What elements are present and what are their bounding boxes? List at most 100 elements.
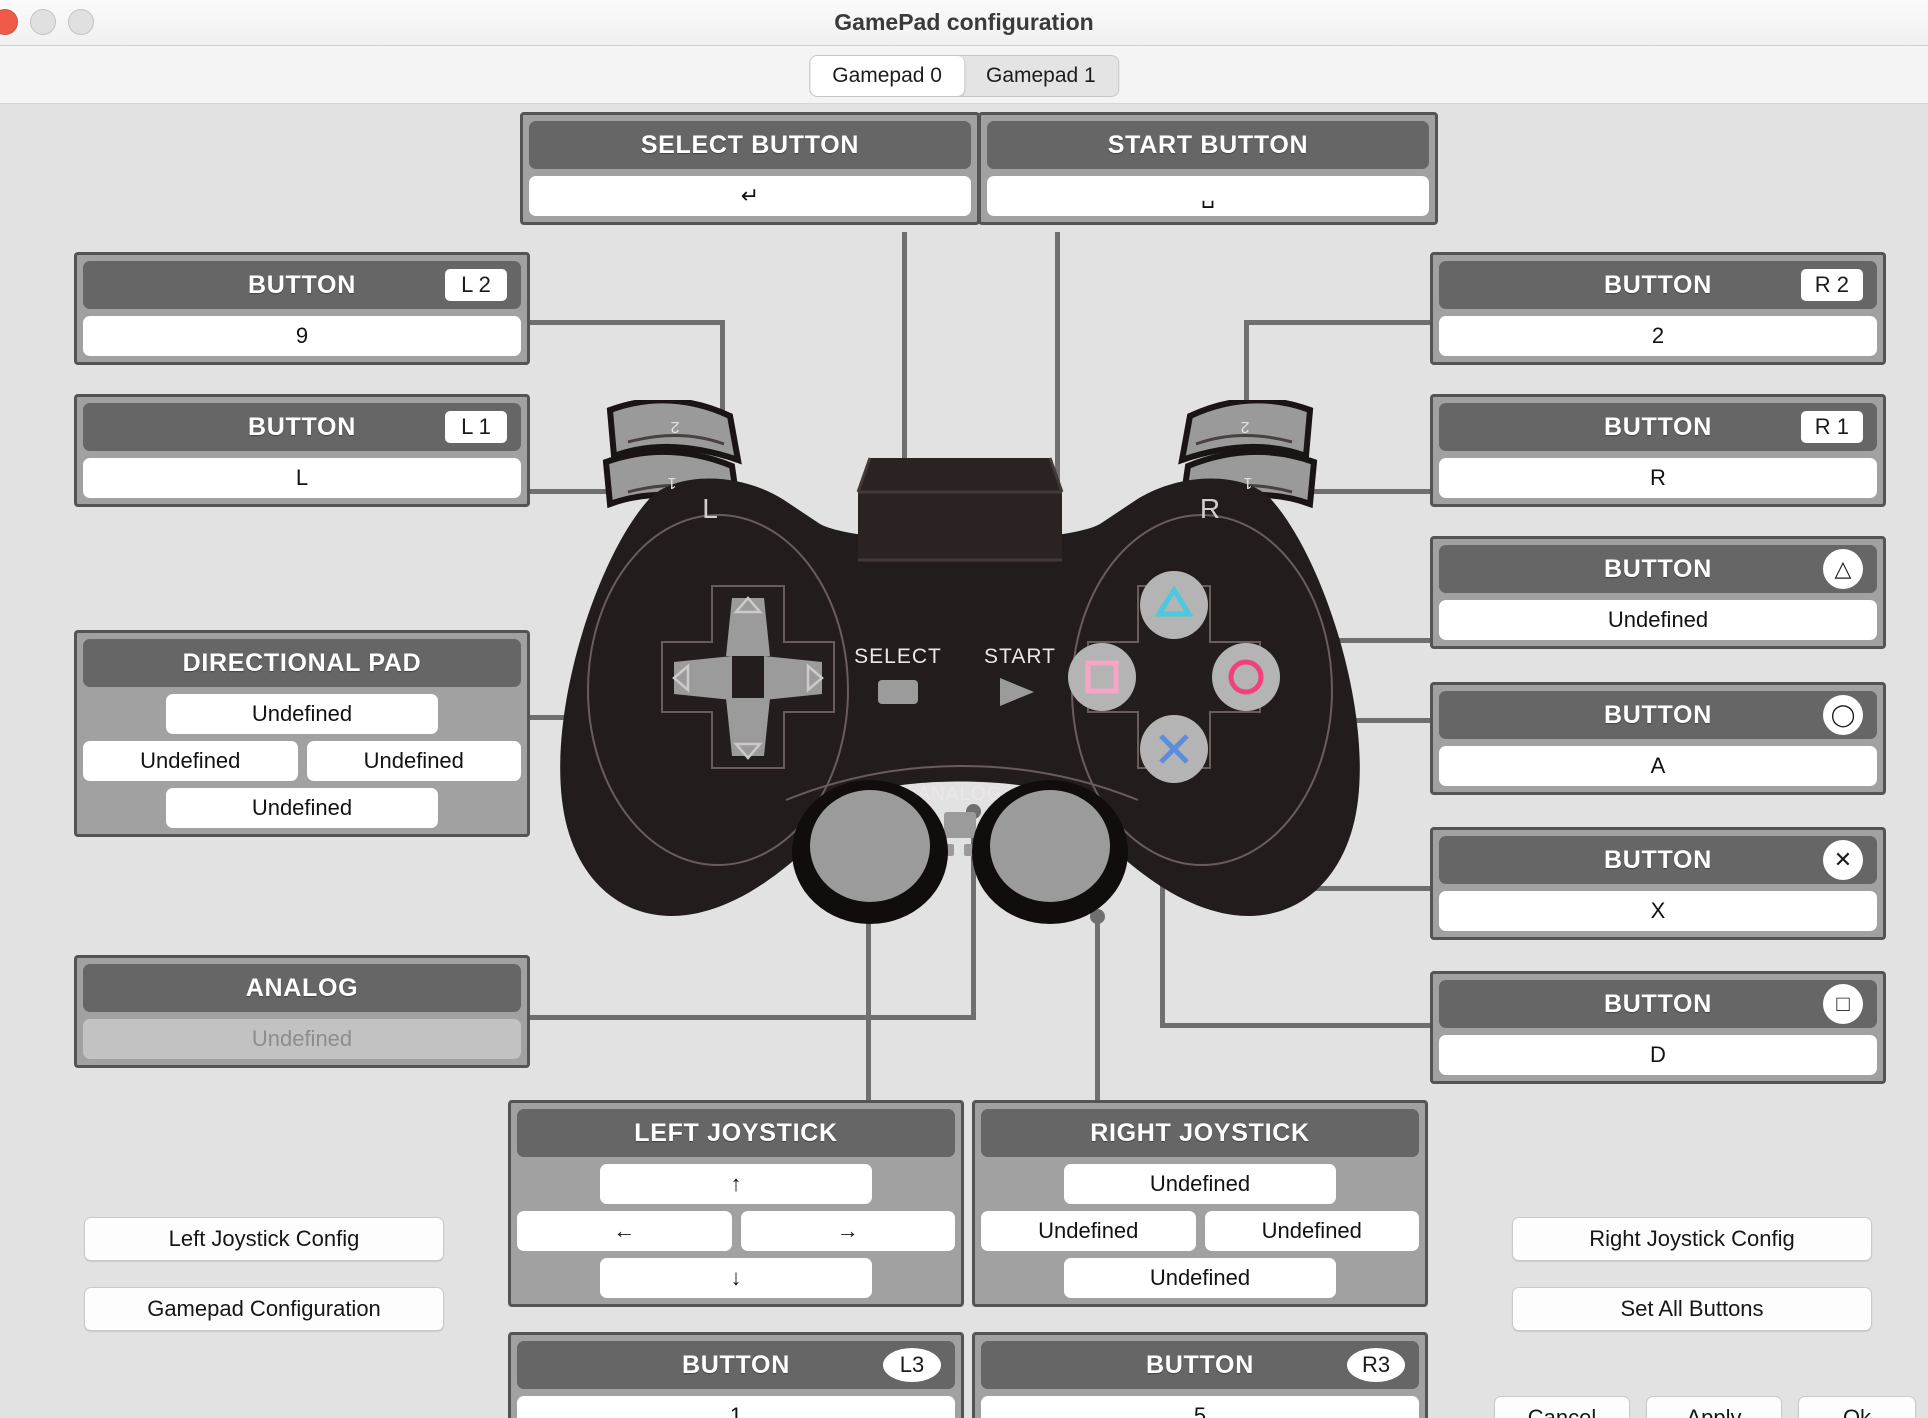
dpad-up-field[interactable]: Undefined (166, 694, 438, 734)
panel-button-l3-header: BUTTON L3 (517, 1341, 955, 1389)
button-square-value-field[interactable]: D (1439, 1035, 1877, 1075)
panel-right-joystick-title: RIGHT JOYSTICK (1090, 1118, 1310, 1147)
window-titlebar: GamePad configuration (0, 0, 1928, 46)
button-r3-value-field[interactable]: 5 (981, 1396, 1419, 1418)
panel-button-circle-title: BUTTON (1604, 700, 1712, 729)
svg-text:2: 2 (670, 418, 679, 435)
left-joystick-down-field[interactable]: ↓ (600, 1258, 872, 1298)
panel-button-r1: BUTTON R 1 R (1430, 394, 1886, 507)
svg-text:1: 1 (667, 474, 676, 491)
panel-select-button: SELECT BUTTON ↵ (520, 112, 980, 225)
analog-value-field: Undefined (83, 1019, 521, 1059)
panel-button-square: BUTTON □ D (1430, 971, 1886, 1084)
apply-button[interactable]: Apply (1646, 1396, 1782, 1418)
dpad-down-field[interactable]: Undefined (166, 788, 438, 828)
button-triangle-value-field[interactable]: Undefined (1439, 600, 1877, 640)
panel-button-l1: BUTTON L 1 L (74, 394, 530, 507)
gamepad-configuration-button[interactable]: Gamepad Configuration (84, 1287, 444, 1331)
wire-square-h (1160, 1023, 1434, 1028)
panel-button-r2-title: BUTTON (1604, 270, 1712, 299)
panel-start-button: START BUTTON ␣ (978, 112, 1438, 225)
panel-left-joystick: LEFT JOYSTICK ↑ ← → ↓ (508, 1100, 964, 1307)
ok-button[interactable]: Ok (1798, 1396, 1916, 1418)
button-l3-value-field[interactable]: 1 (517, 1396, 955, 1418)
panel-button-r1-header: BUTTON R 1 (1439, 403, 1877, 451)
panel-start-button-title: START BUTTON (1107, 130, 1309, 159)
tab-gamepad-1[interactable]: Gamepad 1 (964, 56, 1118, 96)
badge-l1: L 1 (445, 411, 507, 443)
badge-l3: L3 (883, 1348, 941, 1382)
tab-bar: Gamepad 0 Gamepad 1 (0, 46, 1928, 104)
button-r2-value-field[interactable]: 2 (1439, 316, 1877, 356)
window-title: GamePad configuration (834, 9, 1094, 35)
panel-button-cross: BUTTON ✕ X (1430, 827, 1886, 940)
left-joystick-right-field[interactable]: → (740, 1211, 955, 1251)
svg-text:SELECT: SELECT (854, 645, 942, 668)
panel-button-triangle-title: BUTTON (1604, 554, 1712, 583)
panel-directional-pad: DIRECTIONAL PAD Undefined Undefined Unde… (74, 630, 530, 837)
right-joystick-config-button[interactable]: Right Joystick Config (1512, 1217, 1872, 1261)
panel-button-square-header: BUTTON □ (1439, 980, 1877, 1028)
dpad-left-field[interactable]: Undefined (83, 741, 298, 781)
gamepad-illustration: L R 2 1 2 1 SELECT START ANALOG (540, 400, 1380, 1010)
panel-button-triangle: BUTTON △ Undefined (1430, 536, 1886, 649)
panel-button-l1-title: BUTTON (248, 412, 356, 441)
badge-r1: R 1 (1800, 411, 1863, 443)
svg-text:START: START (984, 645, 1056, 668)
left-joystick-middle-row: ← → (517, 1211, 955, 1251)
button-circle-value-field[interactable]: A (1439, 746, 1877, 786)
badge-l2: L 2 (445, 269, 507, 301)
panel-button-cross-title: BUTTON (1604, 845, 1712, 874)
panel-button-triangle-header: BUTTON △ (1439, 545, 1877, 593)
panel-left-joystick-title: LEFT JOYSTICK (634, 1118, 838, 1147)
panel-button-circle: BUTTON ◯ A (1430, 682, 1886, 795)
right-joystick-down-field[interactable]: Undefined (1064, 1258, 1336, 1298)
left-joystick-config-button[interactable]: Left Joystick Config (84, 1217, 444, 1261)
panel-button-l3-title: BUTTON (682, 1350, 790, 1379)
square-icon: □ (1823, 984, 1863, 1024)
panel-button-l1-header: BUTTON L 1 (83, 403, 521, 451)
panel-select-button-title: SELECT BUTTON (640, 130, 860, 159)
circle-icon: ◯ (1823, 695, 1863, 735)
panel-button-r2: BUTTON R 2 2 (1430, 252, 1886, 365)
svg-text:1: 1 (1243, 474, 1252, 491)
panel-right-joystick-header: RIGHT JOYSTICK (981, 1109, 1419, 1157)
tab-gamepad-0[interactable]: Gamepad 0 (810, 56, 964, 96)
panel-directional-pad-header: DIRECTIONAL PAD (83, 639, 521, 687)
wire-analog-h (528, 1015, 976, 1020)
panel-analog: ANALOG Undefined (74, 955, 530, 1068)
panel-analog-header: ANALOG (83, 964, 521, 1012)
left-joystick-up-field[interactable]: ↑ (600, 1164, 872, 1204)
left-joystick-left-field[interactable]: ← (517, 1211, 732, 1251)
panel-analog-title: ANALOG (245, 973, 359, 1002)
right-joystick-up-field[interactable]: Undefined (1064, 1164, 1336, 1204)
wire-l2-h (528, 320, 725, 325)
cancel-button[interactable]: Cancel (1494, 1396, 1630, 1418)
panel-button-circle-header: BUTTON ◯ (1439, 691, 1877, 739)
panel-button-r1-title: BUTTON (1604, 412, 1712, 441)
gamepad-configuration-window: GamePad configuration Gamepad 0 Gamepad … (0, 0, 1928, 1418)
button-l1-value-field[interactable]: L (83, 458, 521, 498)
button-l2-value-field[interactable]: 9 (83, 316, 521, 356)
wire-r2-h (1244, 320, 1434, 325)
right-joystick-right-field[interactable]: Undefined (1204, 1211, 1419, 1251)
panel-button-r3-header: BUTTON R3 (981, 1341, 1419, 1389)
panel-button-cross-header: BUTTON ✕ (1439, 836, 1877, 884)
set-all-buttons-button[interactable]: Set All Buttons (1512, 1287, 1872, 1331)
panel-right-joystick: RIGHT JOYSTICK Undefined Undefined Undef… (972, 1100, 1428, 1307)
panel-left-joystick-header: LEFT JOYSTICK (517, 1109, 955, 1157)
select-button-value-field[interactable]: ↵ (529, 176, 971, 216)
dpad-right-field[interactable]: Undefined (306, 741, 521, 781)
panel-button-l3: BUTTON L3 1 (508, 1332, 964, 1418)
panel-select-button-header: SELECT BUTTON (529, 121, 971, 169)
start-button-value-field[interactable]: ␣ (987, 176, 1429, 216)
button-r1-value-field[interactable]: R (1439, 458, 1877, 498)
panel-button-l2: BUTTON L 2 9 (74, 252, 530, 365)
right-joystick-left-field[interactable]: Undefined (981, 1211, 1196, 1251)
triangle-icon: △ (1823, 549, 1863, 589)
panel-start-button-header: START BUTTON (987, 121, 1429, 169)
svg-text:L: L (702, 493, 718, 524)
panel-button-l2-header: BUTTON L 2 (83, 261, 521, 309)
panel-button-r3: BUTTON R3 5 (972, 1332, 1428, 1418)
button-cross-value-field[interactable]: X (1439, 891, 1877, 931)
